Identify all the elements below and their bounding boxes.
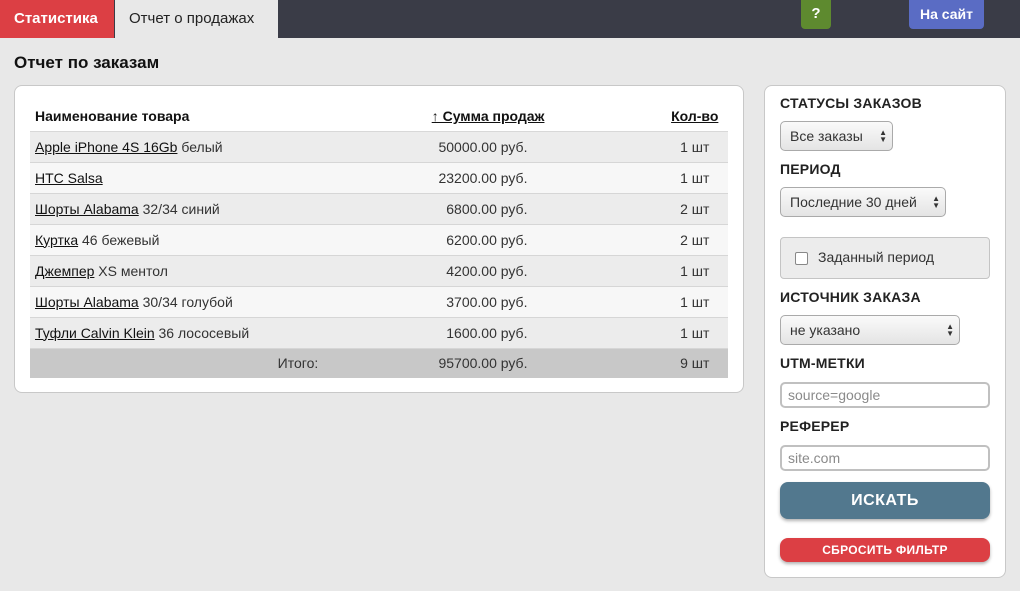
custom-period-checkbox[interactable] xyxy=(795,252,808,265)
table-total-row: Итого: 95700.00 руб. 9 шт xyxy=(30,348,728,378)
product-cell: Куртка 46 бежевый xyxy=(30,224,339,256)
qty-cell: 1 шт xyxy=(661,286,728,318)
product-link[interactable]: Туфли Calvin Klein xyxy=(35,325,155,341)
sum-cell: 6800.00 руб. xyxy=(338,193,662,225)
sum-cell: 1600.00 руб. xyxy=(338,317,662,349)
product-cell: Apple iPhone 4S 16Gb белый xyxy=(30,131,339,163)
order-source-label: ИСТОЧНИК ЗАКАЗА xyxy=(780,289,921,305)
table-row: Куртка 46 бежевый 6200.00 руб. 2 шт xyxy=(30,224,728,256)
total-label: Итого: xyxy=(30,348,339,378)
product-cell: Туфли Calvin Klein 36 лососевый xyxy=(30,317,339,349)
select-arrows-icon: ▲ ▼ xyxy=(932,194,940,210)
product-variant: 46 бежевый xyxy=(78,231,160,248)
qty-cell: 1 шт xyxy=(661,131,728,163)
product-variant: 32/34 синий xyxy=(138,200,220,217)
sort-by-sum-link[interactable]: ↑ Сумма продаж xyxy=(432,108,545,124)
referer-input[interactable] xyxy=(780,445,990,471)
table-row: HTC Salsa 23200.00 руб. 1 шт xyxy=(30,162,728,194)
header-product-name: Наименование товара xyxy=(30,102,339,132)
sum-cell: 4200.00 руб. xyxy=(338,255,662,287)
table-row: Джемпер XS ментол 4200.00 руб. 1 шт xyxy=(30,255,728,287)
referer-label: РЕФЕРЕР xyxy=(780,418,850,434)
sort-by-quantity-link[interactable]: Кол-во xyxy=(671,108,718,124)
orders-report-table: Наименование товара ↑ Сумма продаж Кол-в… xyxy=(30,102,728,378)
top-bar: Статистика Отчет о продажах ? На сайт xyxy=(0,0,1020,38)
product-variant: XS ментол xyxy=(94,262,168,279)
product-cell: Джемпер XS ментол xyxy=(30,255,339,287)
qty-cell: 1 шт xyxy=(661,255,728,287)
period-label: ПЕРИОД xyxy=(780,161,841,177)
page-title: Отчет по заказам xyxy=(14,53,160,72)
tab-sales-report[interactable]: Отчет о продажах xyxy=(115,0,278,38)
header-sales-sum[interactable]: ↑ Сумма продаж xyxy=(338,102,662,132)
product-link[interactable]: Шорты Alabama xyxy=(35,201,139,217)
product-link[interactable]: Куртка xyxy=(35,232,78,248)
go-to-site-button[interactable]: На сайт xyxy=(909,0,984,29)
custom-period-label[interactable]: Заданный период xyxy=(818,249,934,265)
sum-cell: 23200.00 руб. xyxy=(338,162,662,194)
product-cell: HTC Salsa xyxy=(30,162,339,194)
table-row: Туфли Calvin Klein 36 лососевый 1600.00 … xyxy=(30,317,728,349)
product-link[interactable]: Джемпер xyxy=(35,263,94,279)
utm-input[interactable] xyxy=(780,382,990,408)
order-source-value: не указано xyxy=(790,322,861,338)
utm-label: UTM-МЕТКИ xyxy=(780,355,865,371)
help-button[interactable]: ? xyxy=(801,0,831,29)
custom-period-box: Заданный период xyxy=(780,237,990,279)
header-quantity[interactable]: Кол-во xyxy=(661,102,728,132)
order-status-label: СТАТУСЫ ЗАКАЗОВ xyxy=(780,95,922,111)
sum-cell: 6200.00 руб. xyxy=(338,224,662,256)
product-cell: Шорты Alabama 30/34 голубой xyxy=(30,286,339,318)
sum-cell: 3700.00 руб. xyxy=(338,286,662,318)
search-button[interactable]: ИСКАТЬ xyxy=(780,482,990,519)
filter-panel: СТАТУСЫ ЗАКАЗОВ Все заказы ▲ ▼ ПЕРИОД Пос… xyxy=(764,85,1006,578)
table-header-row: Наименование товара ↑ Сумма продаж Кол-в… xyxy=(30,102,728,132)
product-link[interactable]: Шорты Alabama xyxy=(35,294,139,310)
reset-filter-button[interactable]: СБРОСИТЬ ФИЛЬТР xyxy=(780,538,990,562)
order-source-select[interactable]: не указано ▲ ▼ xyxy=(780,315,960,345)
product-variant: 30/34 голубой xyxy=(138,293,233,310)
total-sum: 95700.00 руб. xyxy=(338,348,662,378)
table-row: Шорты Alabama 32/34 синий 6800.00 руб. 2… xyxy=(30,193,728,225)
report-card: Наименование товара ↑ Сумма продаж Кол-в… xyxy=(14,85,744,393)
product-link[interactable]: HTC Salsa xyxy=(35,170,103,186)
period-value: Последние 30 дней xyxy=(790,194,917,210)
qty-cell: 2 шт xyxy=(661,224,728,256)
period-select[interactable]: Последние 30 дней ▲ ▼ xyxy=(780,187,946,217)
sum-cell: 50000.00 руб. xyxy=(338,131,662,163)
product-link[interactable]: Apple iPhone 4S 16Gb xyxy=(35,139,177,155)
product-cell: Шорты Alabama 32/34 синий xyxy=(30,193,339,225)
product-variant: белый xyxy=(177,138,223,155)
tab-statistics[interactable]: Статистика xyxy=(0,0,114,38)
select-arrows-icon: ▲ ▼ xyxy=(879,128,887,144)
table-row: Шорты Alabama 30/34 голубой 3700.00 руб.… xyxy=(30,286,728,318)
table-row: Apple iPhone 4S 16Gb белый 50000.00 руб.… xyxy=(30,131,728,163)
qty-cell: 1 шт xyxy=(661,317,728,349)
order-status-select[interactable]: Все заказы ▲ ▼ xyxy=(780,121,893,151)
select-arrows-icon: ▲ ▼ xyxy=(946,322,954,338)
qty-cell: 2 шт xyxy=(661,193,728,225)
qty-cell: 1 шт xyxy=(661,162,728,194)
total-qty: 9 шт xyxy=(661,348,728,378)
product-variant: 36 лососевый xyxy=(154,324,250,341)
order-status-value: Все заказы xyxy=(790,128,863,144)
